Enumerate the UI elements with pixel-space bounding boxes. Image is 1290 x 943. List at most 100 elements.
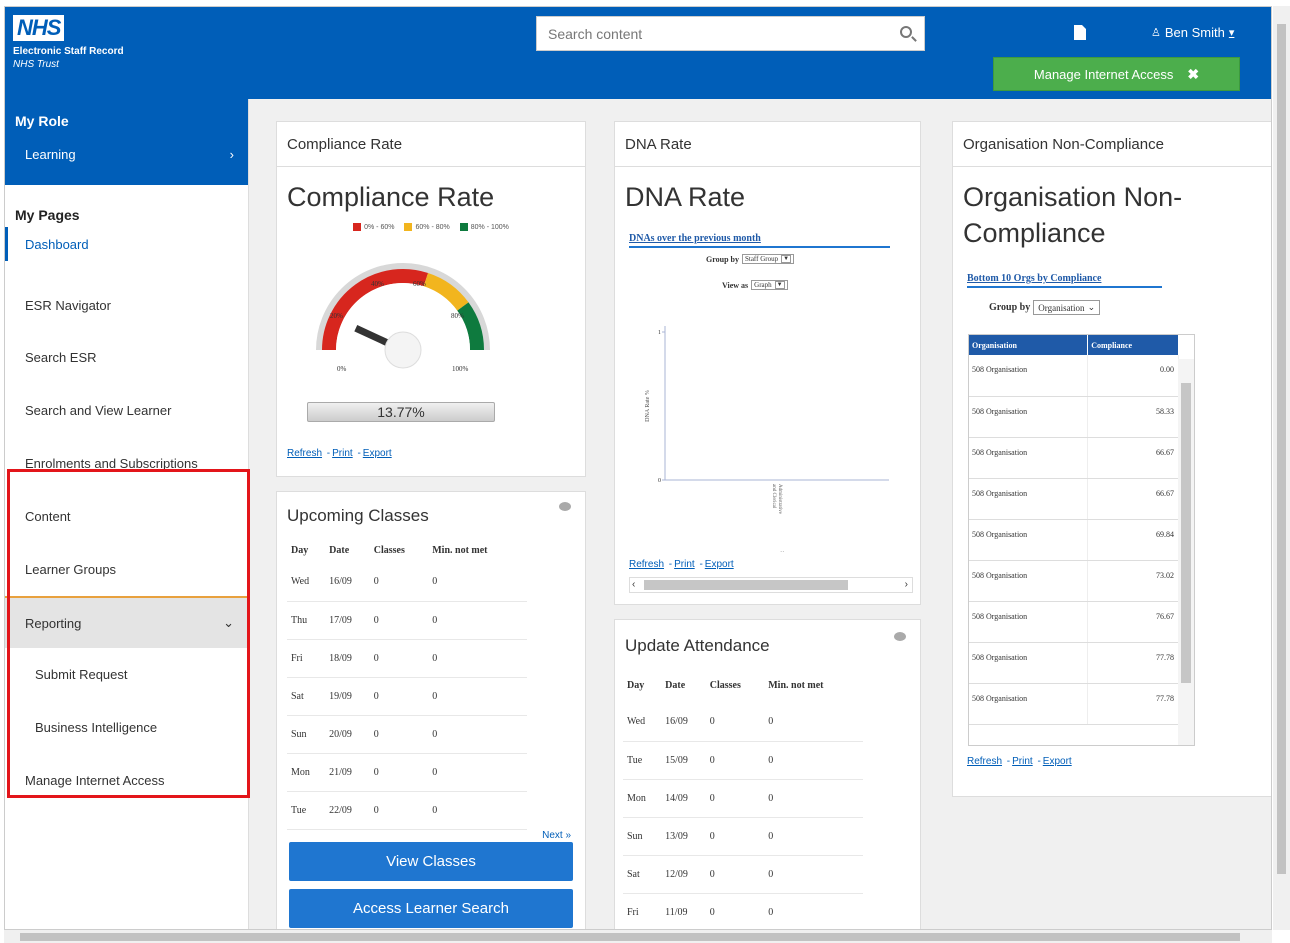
table-row[interactable]: 508 Organisation 77.78	[969, 683, 1179, 725]
table-cell: Mon	[623, 779, 662, 818]
sidebar-item-dashboard[interactable]: Dashboard	[5, 227, 248, 261]
table-cell: 0	[705, 817, 765, 856]
refresh-link[interactable]: Refresh	[967, 756, 1002, 767]
table-row[interactable]: Sat 12/09 0 0	[623, 855, 863, 894]
gauge-hub	[384, 331, 422, 369]
export-link[interactable]: Export	[363, 448, 392, 459]
sidebar-item-manage-internet-access[interactable]: Manage Internet Access	[5, 754, 248, 807]
table-row[interactable]: Tue 22/09 0 0	[287, 791, 527, 830]
next-link[interactable]: Next »	[542, 830, 571, 841]
sidebar-item-reporting[interactable]: Reporting ⌄	[5, 596, 248, 648]
access-learner-search-button[interactable]: Access Learner Search	[289, 889, 573, 928]
view-as-select[interactable]: Graph ▼	[751, 280, 788, 290]
chevron-down-icon: ⌄	[1087, 302, 1096, 312]
scroll-right-icon[interactable]: ›	[905, 578, 908, 592]
table-cell: Wed	[287, 563, 326, 602]
export-link[interactable]: Export	[705, 559, 734, 570]
scroll-thumb[interactable]	[1181, 383, 1191, 683]
update-attendance-table: Day Date Classes Min. not met Wed 16/09 0 0…	[623, 667, 863, 929]
compliance-rate-panel: Compliance Rate Compliance Rate 0% - 60%…	[276, 121, 586, 477]
scroll-left-icon[interactable]: ‹	[632, 578, 635, 592]
scroll-thumb[interactable]	[20, 933, 1240, 941]
sidebar-item-business-intelligence[interactable]: Business Intelligence	[5, 701, 248, 754]
scroll-thumb[interactable]	[644, 580, 848, 590]
table-row[interactable]: 508 Organisation 73.02	[969, 560, 1179, 602]
org-vertical-scrollbar[interactable]	[1178, 359, 1194, 745]
table-cell: 16/09	[661, 703, 706, 742]
table-row[interactable]: 508 Organisation 77.78	[969, 642, 1179, 684]
group-by-select[interactable]: Staff Group ▼	[741, 254, 795, 264]
table-row[interactable]: Sat 19/09 0 0	[287, 677, 527, 716]
table-row[interactable]: 508 Organisation 66.67	[969, 478, 1179, 520]
table-row[interactable]: Fri 11/09 0 0	[623, 893, 863, 929]
table-cell: 0	[764, 779, 863, 818]
document-icon[interactable]	[1074, 25, 1086, 40]
sidebar-item-learner-groups[interactable]: Learner Groups	[5, 543, 248, 596]
table-row[interactable]: Tue 15/09 0 0	[623, 741, 863, 780]
nhs-logo[interactable]: NHS Electronic Staff Record NHS Trust	[13, 15, 124, 70]
table-row[interactable]: Sun 20/09 0 0	[287, 715, 527, 754]
view-classes-button[interactable]: View Classes	[289, 842, 573, 881]
table-row[interactable]: Thu 17/09 0 0	[287, 601, 527, 640]
table-row[interactable]: Sun 13/09 0 0	[623, 817, 863, 856]
table-row[interactable]: 508 Organisation 66.67	[969, 437, 1179, 479]
table-cell: 0	[705, 855, 765, 894]
comment-icon[interactable]	[894, 632, 906, 641]
column-header[interactable]: Organisation	[969, 335, 1089, 355]
table-cell: 0	[764, 855, 863, 894]
group-by-select[interactable]: Organisation ⌄	[1033, 300, 1101, 315]
print-link[interactable]: Print	[1012, 756, 1033, 767]
scroll-thumb[interactable]	[1277, 24, 1286, 874]
table-row[interactable]: Wed 16/09 0 0	[623, 703, 863, 742]
table-row[interactable]: Fri 18/09 0 0	[287, 639, 527, 678]
dna-horizontal-scrollbar[interactable]: ‹ ›	[629, 577, 913, 593]
refresh-link[interactable]: Refresh	[287, 448, 322, 459]
table-cell: 12/09	[661, 855, 706, 894]
sidebar-item-submit-request[interactable]: Submit Request	[5, 648, 248, 701]
legend-item: 0% - 60%	[353, 223, 394, 231]
close-icon[interactable]: ✖	[1187, 66, 1199, 83]
sidebar-item-esr-navigator[interactable]: ESR Navigator	[5, 279, 248, 331]
table-row[interactable]: 508 Organisation 76.67	[969, 601, 1179, 643]
dna-subtitle[interactable]: DNAs over the previous month	[629, 233, 890, 248]
sidebar-item-search-esr[interactable]: Search ESR	[5, 331, 248, 384]
table-row[interactable]: Mon 14/09 0 0	[623, 779, 863, 818]
table-row[interactable]: Wed 16/09 0 0	[287, 563, 527, 602]
table-row[interactable]: 508 Organisation 0.00	[969, 355, 1179, 397]
refresh-link[interactable]: Refresh	[629, 559, 664, 570]
table-row[interactable]: Mon 21/09 0 0	[287, 753, 527, 792]
compliance-value: 77.78	[1087, 642, 1179, 684]
panel-title: Update Attendance	[625, 636, 770, 655]
column-header[interactable]: Compliance	[1087, 335, 1179, 355]
print-link[interactable]: Print	[674, 559, 695, 570]
gauge-label: 60%	[413, 280, 426, 288]
export-link[interactable]: Export	[1043, 756, 1072, 767]
manage-internet-access-button[interactable]: Manage Internet Access ✖	[993, 57, 1240, 91]
print-link[interactable]: Print	[332, 448, 353, 459]
compliance-gauge: 0% 20% 40% 60% 80% 100%	[316, 263, 490, 373]
legend-swatch	[353, 223, 362, 231]
sidebar-item-search-and-view-learner[interactable]: Search and View Learner	[5, 384, 248, 437]
role-selector[interactable]: Learning ›	[5, 129, 248, 162]
compliance-value: 66.67	[1087, 437, 1179, 479]
sidebar-item-content[interactable]: Content	[5, 490, 248, 543]
sidebar-item-enrolments[interactable]: Enrolments and Subscriptions	[5, 437, 248, 490]
dna-rate-panel: DNA Rate DNA Rate DNAs over the previous…	[614, 121, 921, 605]
upcoming-classes-panel: Upcoming Classes Day Date Classes Min. n…	[276, 491, 586, 929]
table-row[interactable]: 508 Organisation 69.84	[969, 519, 1179, 561]
organisation-name: 508 Organisation	[969, 355, 1089, 397]
separator: -	[354, 448, 361, 459]
page-vertical-scrollbar[interactable]	[1273, 6, 1290, 930]
table-cell: 0	[705, 779, 765, 818]
comment-icon[interactable]	[559, 502, 571, 511]
gauge-label: 20%	[330, 312, 343, 320]
page-horizontal-scrollbar[interactable]	[4, 930, 1272, 943]
table-row[interactable]: 508 Organisation 58.33	[969, 396, 1179, 438]
column-header: Min. not met	[432, 544, 488, 556]
search-input[interactable]	[537, 17, 877, 50]
user-menu[interactable]: ♙ Ben Smith ▾	[1151, 25, 1234, 40]
org-subtitle[interactable]: Bottom 10 Orgs by Compliance	[967, 273, 1162, 288]
compliance-value: 76.67	[1087, 601, 1179, 643]
table-cell: 0	[428, 715, 527, 754]
search-icon[interactable]	[900, 26, 912, 38]
